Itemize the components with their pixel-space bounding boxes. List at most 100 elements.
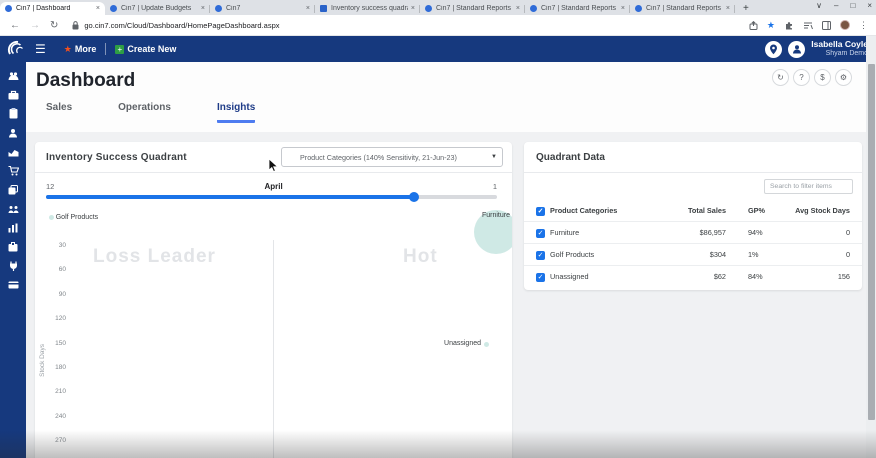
tab-operations[interactable]: Operations [118,102,171,123]
browser-menu-chevron-icon[interactable]: ∨ [816,1,822,10]
select-all-checkbox[interactable]: ✓ [536,207,545,216]
cin7-favicon [110,5,117,12]
sidebar-copy-orders-icon[interactable] [8,184,19,195]
create-new-label: Create New [127,44,176,54]
sidebar-briefcase-icon[interactable] [8,89,19,100]
share-icon[interactable] [749,21,758,30]
y-tick: 150 [35,340,66,347]
browser-tab-standard-reports-sales[interactable]: Cin7 | Standard Reports | Sales | × [630,2,735,15]
docs-favicon [320,5,327,12]
window-close-icon[interactable]: × [867,1,872,10]
tab-title: Cin7 [226,5,303,12]
lock-icon [72,21,79,30]
page-title: Dashboard [36,70,135,92]
user-org: Shyam Demo [811,50,868,59]
row-checkbox[interactable]: ✓ [536,229,545,238]
cell-category: Furniture [550,222,660,244]
tab-close-icon[interactable]: × [516,5,520,12]
cell-category: Golf Products [550,244,660,266]
quadrant-data-title: Quadrant Data [536,152,605,163]
sidebar-integrations-plug-icon[interactable] [8,260,19,271]
search-input[interactable] [764,179,853,194]
tab-insights[interactable]: Insights [217,102,255,123]
sidebar-contacts-icon[interactable] [8,127,19,138]
back-icon[interactable]: ← [10,20,20,31]
category-sensitivity-dropdown[interactable]: Product Categories (140% Sensitivity, 21… [281,147,503,167]
quadrant-panel-title: Inventory Success Quadrant [46,152,187,163]
side-panel-icon[interactable] [822,21,831,30]
browser-tab-dashboard[interactable]: Cin7 | Dashboard × [0,2,105,15]
extensions-puzzle-icon[interactable] [784,20,794,30]
user-account-button[interactable] [788,41,805,58]
window-maximize-icon[interactable]: □ [850,1,855,10]
tab-close-icon[interactable]: × [96,5,100,12]
sidebar-shipping-box-icon[interactable] [8,241,19,252]
data-point-label: Furniture [456,212,512,219]
slider-handle[interactable] [409,192,419,202]
browser-tab-update-budgets[interactable]: Cin7 | Update Budgets × [105,2,210,15]
cell-gp: 94% [726,222,782,244]
tab-close-icon[interactable]: × [201,5,205,12]
tab-title: Cin7 | Standard Reports | Setup [541,5,618,12]
col-avg-stock-days[interactable]: Avg Stock Days [782,200,862,222]
url-field[interactable]: go.cin7.com/Cloud/Dashboard/HomePageDash… [72,21,749,30]
data-point-unassigned[interactable] [484,342,489,347]
row-checkbox[interactable]: ✓ [536,273,545,282]
tab-title: Cin7 | Standard Reports [436,5,513,12]
tab-close-icon[interactable]: × [621,5,625,12]
bookmark-star-icon[interactable]: ★ [767,20,775,31]
tab-close-icon[interactable]: × [411,5,415,12]
browser-tab-cin7[interactable]: Cin7 × [210,2,315,15]
page-scrollbar[interactable] [866,36,876,458]
new-tab-button[interactable]: + [743,2,749,15]
y-tick: 30 [35,242,66,249]
col-product-categories[interactable]: Product Categories [550,200,660,222]
reading-list-icon[interactable] [803,21,813,30]
browser-tab-inventory-quadrant[interactable]: Inventory success quadrant × [315,2,420,15]
y-tick: 180 [35,364,66,371]
browser-menu-dots-icon[interactable]: ⋮ [859,20,868,31]
help-button[interactable]: ? [793,69,810,86]
billing-button[interactable]: $ [814,69,831,86]
refresh-icon[interactable]: ↻ [50,20,58,31]
tab-sales[interactable]: Sales [46,102,72,123]
app-sidebar [0,62,26,458]
map-pin-icon [769,44,778,55]
cin7-logo[interactable] [5,40,25,58]
data-point-golf-products[interactable] [49,215,54,220]
slider-min-label: 12 [46,182,54,191]
refresh-button[interactable]: ↻ [772,69,789,86]
row-checkbox[interactable]: ✓ [536,251,545,260]
hamburger-menu-icon[interactable]: ☰ [35,42,46,56]
cell-gp: 84% [726,266,782,288]
sidebar-cart-icon[interactable] [8,165,19,176]
browser-profile-avatar[interactable] [840,20,850,30]
create-new-button[interactable]: + Create New [115,44,176,54]
slider-track[interactable] [46,195,497,199]
tab-close-icon[interactable]: × [306,5,310,12]
sidebar-users-icon[interactable] [8,70,19,81]
col-total-sales[interactable]: Total Sales [660,200,726,222]
sidebar-clipboard-icon[interactable] [8,108,19,119]
user-info[interactable]: Isabella Coyle Shyam Demo [811,39,868,58]
settings-gear-button[interactable]: ⚙ [835,69,852,86]
tab-close-icon[interactable]: × [726,5,730,12]
sidebar-team-icon[interactable] [8,203,19,214]
y-tick: 270 [35,437,66,444]
more-button[interactable]: ★ More [64,44,97,55]
sidebar-payment-card-icon[interactable] [8,279,19,290]
browser-tab-standard-reports-setup[interactable]: Cin7 | Standard Reports | Setup × [525,2,630,15]
y-axis-label: Stock Days [39,344,46,377]
sidebar-sales-ramp-icon[interactable] [8,146,19,157]
sidebar-bar-chart-icon[interactable] [8,222,19,233]
location-pin-button[interactable] [765,41,782,58]
scrollbar-thumb[interactable] [868,64,875,420]
col-gp-percent[interactable]: GP% [726,200,782,222]
browser-tab-standard-reports[interactable]: Cin7 | Standard Reports × [420,2,525,15]
quadrant-scatter-chart: Stock Days 30 60 90 120 150 180 210 240 … [35,214,512,458]
month-slider: 12 April 1 [46,182,497,199]
forward-icon[interactable]: → [30,20,40,31]
window-minimize-icon[interactable]: – [834,1,838,10]
table-row: ✓ Unassigned $62 84% 156 [524,266,862,288]
cell-gp: 1% [726,244,782,266]
